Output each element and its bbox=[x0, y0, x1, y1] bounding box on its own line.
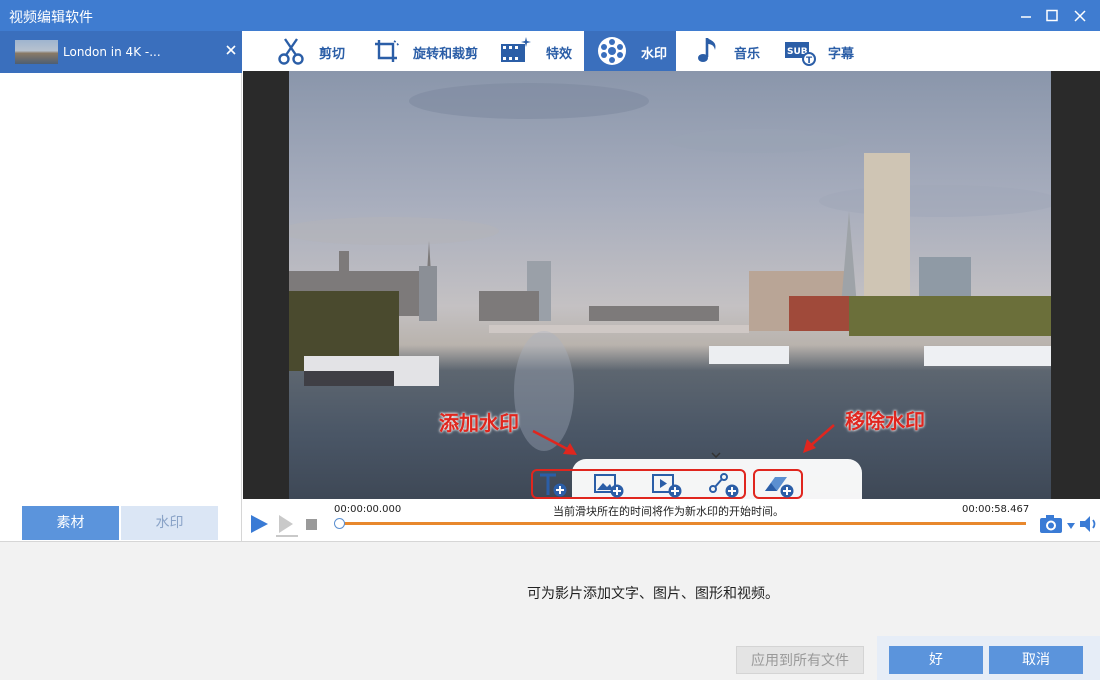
video-frame: 添加水印 移除水印 bbox=[289, 71, 1051, 499]
stop-icon[interactable] bbox=[305, 518, 319, 532]
watermark-description: 可为影片添加文字、图片、图形和视频。 bbox=[527, 586, 779, 602]
volume-icon[interactable] bbox=[1079, 515, 1099, 533]
subtitle-icon: SUB T bbox=[785, 42, 816, 66]
maximize-button[interactable] bbox=[1038, 0, 1066, 31]
tab-material[interactable]: 素材 bbox=[22, 506, 119, 540]
annotation-add-watermark: 添加水印 bbox=[439, 411, 519, 435]
timeline-slider-handle[interactable] bbox=[334, 518, 345, 529]
effects-film-icon bbox=[501, 37, 531, 62]
video-preview: 添加水印 移除水印 bbox=[243, 71, 1100, 499]
tab-subtitle-label: 字幕 bbox=[828, 47, 855, 62]
music-note-icon bbox=[698, 38, 716, 62]
tab-music-label: 音乐 bbox=[734, 47, 761, 62]
crop-rotate-icon bbox=[375, 40, 400, 62]
watermark-toolbar bbox=[531, 452, 862, 499]
play-icon[interactable] bbox=[248, 513, 270, 535]
cancel-button[interactable]: 取消 bbox=[989, 646, 1083, 674]
ok-button[interactable]: 好 bbox=[889, 646, 983, 674]
play-to-end-icon[interactable] bbox=[274, 512, 300, 538]
time-start: 00:00:00.000 bbox=[334, 504, 402, 515]
add-image-watermark-icon bbox=[594, 474, 624, 498]
tab-effects[interactable]: 特效 bbox=[499, 31, 579, 71]
window-title: 视频编辑软件 bbox=[9, 10, 93, 26]
svg-text:T: T bbox=[806, 56, 813, 66]
close-button[interactable] bbox=[1066, 0, 1094, 31]
tab-music[interactable]: 音乐 bbox=[693, 31, 763, 71]
add-video-watermark-icon bbox=[652, 474, 682, 498]
tab-rotate-crop[interactable]: 旋转和裁剪 bbox=[370, 31, 482, 71]
add-video-watermark-button[interactable] bbox=[651, 471, 683, 499]
tab-rotate-crop-label: 旋转和裁剪 bbox=[413, 47, 479, 62]
minimize-icon bbox=[1021, 16, 1031, 18]
remove-watermark-icon bbox=[765, 477, 794, 498]
remove-watermark-button[interactable] bbox=[763, 471, 795, 499]
collapse-chevron-icon[interactable] bbox=[711, 452, 721, 458]
timeline-hint: 当前滑块所在的时间将作为新水印的开始时间。 bbox=[553, 505, 784, 518]
file-name: London in 4K -... bbox=[63, 45, 161, 59]
add-shape-watermark-icon bbox=[709, 473, 739, 498]
title-bar: 视频编辑软件 bbox=[0, 0, 1100, 31]
watermark-icon bbox=[598, 37, 626, 65]
file-list-item[interactable]: London in 4K -... bbox=[0, 31, 242, 73]
video-thumbnail bbox=[15, 40, 58, 64]
maximize-icon bbox=[1046, 9, 1058, 22]
tab-watermark[interactable]: 水印 bbox=[584, 31, 676, 71]
add-image-watermark-button[interactable] bbox=[593, 471, 625, 499]
tool-tabs: 剪切 旋转和裁剪 特效 水印 音乐 SUB T 字幕 bbox=[243, 31, 1100, 71]
video-scene bbox=[289, 83, 1051, 451]
time-end: 00:00:58.467 bbox=[962, 504, 1030, 515]
add-watermark-group bbox=[531, 469, 746, 499]
close-icon bbox=[1074, 10, 1086, 22]
add-shape-watermark-button[interactable] bbox=[708, 471, 740, 499]
minimize-button[interactable] bbox=[1012, 0, 1040, 31]
add-text-watermark-button[interactable] bbox=[537, 471, 569, 499]
apply-to-all-button[interactable]: 应用到所有文件 bbox=[736, 646, 864, 674]
camera-icon[interactable] bbox=[1039, 513, 1065, 535]
remove-file-icon[interactable] bbox=[223, 42, 239, 58]
left-panel-tabs: 素材 水印 bbox=[22, 506, 218, 540]
timeline-track[interactable] bbox=[340, 522, 1026, 525]
remove-watermark-group bbox=[753, 469, 803, 499]
camera-dropdown-icon[interactable] bbox=[1066, 522, 1076, 530]
tab-watermark-label: 水印 bbox=[641, 47, 668, 62]
tab-cut-label: 剪切 bbox=[319, 47, 346, 62]
file-panel: London in 4K -... 素材 水印 bbox=[0, 31, 242, 541]
bottom-panel: 可为影片添加文字、图片、图形和视频。 应用到所有文件 好 取消 bbox=[0, 541, 1100, 680]
annotation-remove-watermark: 移除水印 bbox=[845, 409, 925, 433]
tab-watermark-list[interactable]: 水印 bbox=[121, 506, 218, 540]
add-text-watermark-icon bbox=[540, 473, 567, 497]
tab-subtitle[interactable]: SUB T 字幕 bbox=[784, 31, 864, 71]
timeline-controls: 00:00:00.000 当前滑块所在的时间将作为新水印的开始时间。 00:00… bbox=[243, 499, 1100, 541]
scissors-icon bbox=[278, 38, 304, 65]
tab-effects-label: 特效 bbox=[546, 47, 573, 62]
tab-cut[interactable]: 剪切 bbox=[275, 31, 353, 71]
